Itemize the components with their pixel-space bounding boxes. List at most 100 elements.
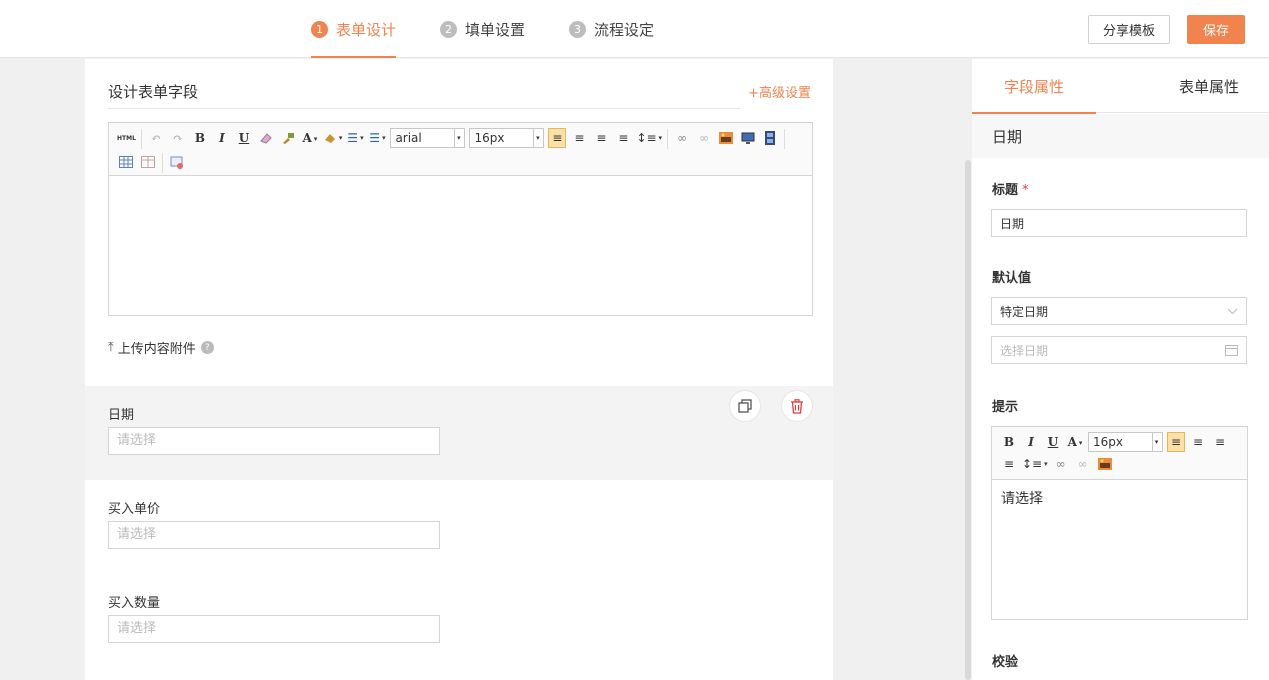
unordered-list-icon[interactable]: ☰ ▾ bbox=[368, 128, 386, 148]
step-number: 1 bbox=[311, 20, 328, 38]
link-icon[interactable]: ∞ bbox=[1052, 454, 1070, 474]
help-icon[interactable]: ? bbox=[200, 341, 214, 354]
trash-icon bbox=[791, 398, 803, 414]
form-field-quantity[interactable]: 买入数量 请选择 bbox=[85, 574, 833, 668]
chevron-down-icon: ▾ bbox=[1152, 433, 1160, 451]
italic-icon[interactable]: I bbox=[1022, 432, 1040, 452]
font-color-icon[interactable]: A ▾ bbox=[1066, 432, 1084, 452]
link-icon[interactable]: ∞ bbox=[673, 128, 691, 148]
toolbar-separator bbox=[784, 129, 786, 149]
undo-icon[interactable]: ↶ bbox=[147, 128, 165, 148]
step-number: 3 bbox=[569, 20, 587, 38]
required-mark: * bbox=[1022, 183, 1029, 198]
hint-font-size-select[interactable]: 16px ▾ bbox=[1088, 432, 1163, 452]
step-form-design[interactable]: 1 表单设计 bbox=[311, 0, 397, 58]
field-label: 日期 bbox=[108, 408, 135, 423]
video-icon[interactable] bbox=[761, 128, 779, 148]
underline-icon[interactable]: U bbox=[235, 128, 253, 148]
delete-field-button[interactable] bbox=[781, 390, 813, 422]
rich-text-editor: HTML ↶ ↷ B I U A ▾ ▾ ☰ ▾ ☰ ▾ arial ▾ 16p… bbox=[108, 122, 813, 316]
align-left-icon[interactable]: ≡ bbox=[1167, 432, 1185, 452]
delete-table-icon[interactable] bbox=[139, 152, 157, 172]
monitor-icon[interactable] bbox=[739, 128, 757, 148]
image-icon[interactable] bbox=[1096, 454, 1114, 474]
tab-field-properties[interactable]: 字段属性 bbox=[971, 59, 1097, 114]
toolbar-separator bbox=[667, 129, 669, 149]
bold-icon[interactable]: B bbox=[1000, 432, 1018, 452]
step-process-settings[interactable]: 3 流程设定 bbox=[569, 0, 654, 58]
date-picker-input[interactable]: 选择日期 bbox=[991, 336, 1247, 364]
step-label: 表单设计 bbox=[336, 20, 397, 39]
field-type-header: 日期 bbox=[972, 114, 1269, 158]
preview-icon[interactable] bbox=[168, 152, 186, 172]
tab-form-properties[interactable]: 表单属性 bbox=[1179, 59, 1239, 113]
top-bar: 1 表单设计 2 填单设置 3 流程设定 分享模板 保存 bbox=[0, 0, 1269, 58]
toolbar-separator bbox=[162, 153, 163, 173]
table-icon[interactable] bbox=[117, 152, 135, 172]
align-right-icon[interactable]: ≡ bbox=[1211, 432, 1229, 452]
field-input[interactable]: 请选择 bbox=[108, 427, 440, 455]
hint-font-size-value: 16px bbox=[1093, 435, 1123, 449]
panel-tabs: 字段属性 表单属性 bbox=[971, 59, 1269, 114]
hint-editor-toolbar: B I U A ▾ 16px ▾ ≡ ≡ ≡ ≡ ↕≡ ▾ ∞ ∞ bbox=[992, 427, 1247, 480]
divider bbox=[108, 108, 740, 109]
align-justify-icon[interactable]: ≡ bbox=[614, 128, 632, 148]
line-height-icon[interactable]: ↕≡ ▾ bbox=[1022, 454, 1048, 474]
unlink-icon[interactable]: ∞ bbox=[1074, 454, 1092, 474]
font-size-select[interactable]: 16px ▾ bbox=[469, 128, 545, 148]
upload-label: 上传内容附件 bbox=[117, 342, 196, 357]
underline-icon[interactable]: U bbox=[1044, 432, 1062, 452]
redo-icon[interactable]: ↷ bbox=[169, 128, 187, 148]
field-label: 买入单价 bbox=[108, 502, 161, 517]
unlink-icon[interactable]: ∞ bbox=[695, 128, 713, 148]
share-template-button[interactable]: 分享模板 bbox=[1088, 15, 1170, 44]
copy-field-button[interactable] bbox=[729, 390, 761, 422]
validation-label: 校验 bbox=[992, 655, 1019, 670]
hint-rich-text-editor: B I U A ▾ 16px ▾ ≡ ≡ ≡ ≡ ↕≡ ▾ ∞ ∞ 请选择 bbox=[991, 426, 1248, 620]
step-nav: 1 表单设计 2 填单设置 3 流程设定 bbox=[311, 0, 698, 58]
align-center-icon[interactable]: ≡ bbox=[570, 128, 588, 148]
chevron-down-icon: ▾ bbox=[533, 129, 541, 147]
ordered-list-icon[interactable]: ☰ ▾ bbox=[346, 128, 364, 148]
field-input[interactable]: 请选择 bbox=[108, 615, 440, 643]
title-label-text: 标题 bbox=[992, 183, 1019, 198]
toolbar-separator bbox=[140, 129, 142, 149]
line-height-icon[interactable]: ↕≡ ▾ bbox=[636, 128, 662, 148]
html-source-button[interactable]: HTML bbox=[117, 128, 136, 148]
step-fill-settings[interactable]: 2 填单设置 bbox=[440, 0, 525, 58]
bold-icon[interactable]: B bbox=[191, 128, 209, 148]
step-label: 填单设置 bbox=[465, 20, 526, 39]
title-input[interactable]: 日期 bbox=[991, 209, 1247, 237]
hint-editor-content[interactable]: 请选择 bbox=[992, 480, 1247, 516]
field-input[interactable]: 请选择 bbox=[108, 521, 440, 549]
form-field-unit-price[interactable]: 买入单价 请选择 bbox=[85, 480, 833, 574]
upload-attachment-link[interactable]: ⤒ 上传内容附件 ? bbox=[108, 338, 214, 357]
eraser-icon[interactable] bbox=[257, 128, 275, 148]
step-number: 2 bbox=[440, 20, 458, 38]
form-field-date[interactable]: 日期 请选择 bbox=[85, 386, 833, 480]
hint-label: 提示 bbox=[992, 400, 1019, 415]
align-right-icon[interactable]: ≡ bbox=[592, 128, 610, 148]
date-picker-placeholder: 选择日期 bbox=[1000, 343, 1049, 358]
title-input-value: 日期 bbox=[1000, 216, 1025, 231]
align-center-icon[interactable]: ≡ bbox=[1189, 432, 1207, 452]
properties-panel: 字段属性 表单属性 日期 标题 * 日期 默认值 特定日期 选择日期 提示 B I… bbox=[971, 59, 1269, 680]
format-painter-icon[interactable] bbox=[279, 128, 297, 148]
align-left-icon[interactable]: ≡ bbox=[548, 128, 567, 148]
italic-icon[interactable]: I bbox=[213, 128, 231, 148]
save-button[interactable]: 保存 bbox=[1187, 15, 1245, 44]
default-value-selected: 特定日期 bbox=[1000, 304, 1049, 319]
image-icon[interactable] bbox=[717, 128, 735, 148]
align-justify-icon[interactable]: ≡ bbox=[1000, 454, 1018, 474]
font-size-value: 16px bbox=[474, 131, 505, 145]
default-value-label: 默认值 bbox=[992, 271, 1032, 286]
advanced-settings-link[interactable]: +高级设置 bbox=[748, 82, 811, 101]
scrollbar[interactable] bbox=[965, 160, 971, 680]
form-canvas: 设计表单字段 +高级设置 HTML ↶ ↷ B I U A ▾ ▾ ☰ ▾ ☰ ▾ a… bbox=[85, 59, 833, 680]
font-family-select[interactable]: arial ▾ bbox=[390, 128, 466, 148]
step-label: 流程设定 bbox=[594, 20, 655, 39]
font-family-value: arial bbox=[395, 131, 422, 145]
font-color-icon[interactable]: A ▾ bbox=[301, 128, 319, 148]
highlight-color-icon[interactable]: ▾ bbox=[323, 128, 342, 148]
default-value-select[interactable]: 特定日期 bbox=[991, 297, 1247, 325]
